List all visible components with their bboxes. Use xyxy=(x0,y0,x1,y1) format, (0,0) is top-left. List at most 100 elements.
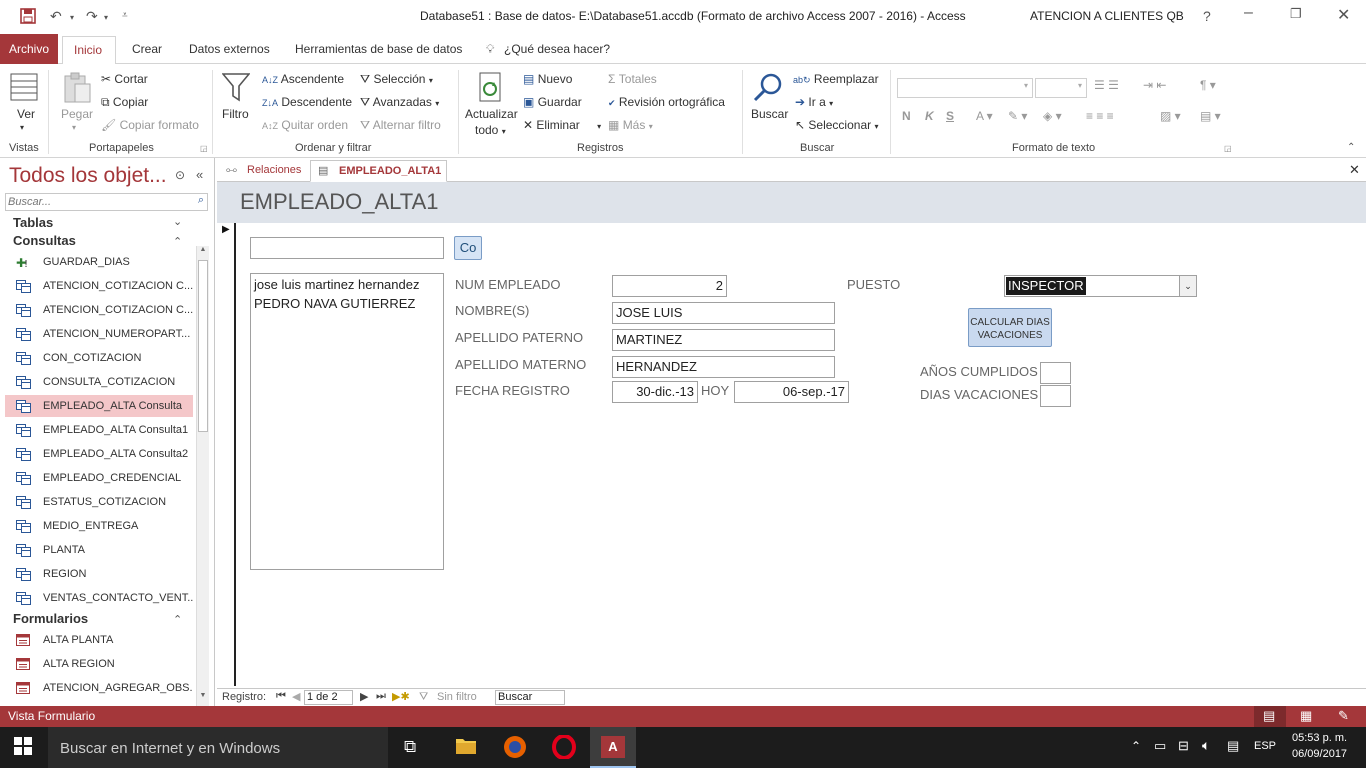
access-taskbar-button[interactable]: A xyxy=(590,727,636,768)
nav-category-formularios[interactable]: Formularios xyxy=(13,611,88,626)
nav-title[interactable]: Todos los objet... xyxy=(9,164,167,188)
task-view-icon[interactable]: ⧉ xyxy=(404,737,416,757)
view-dropdown-icon[interactable]: ▾ xyxy=(20,123,24,132)
search-icon[interactable]: ⌕ xyxy=(198,194,204,207)
spelling-button[interactable]: ✔ Revisión ortográfica xyxy=(608,95,725,109)
nav-query-item[interactable]: CONSULTA_COTIZACION xyxy=(5,371,193,393)
close-icon[interactable]: ✕ xyxy=(1337,5,1350,25)
collapse-ribbon-icon[interactable]: ⌃ xyxy=(1347,142,1355,153)
tab-datos-externos[interactable]: Datos externos xyxy=(189,42,270,56)
tab-archivo[interactable]: Archivo xyxy=(0,34,58,64)
save-icon[interactable] xyxy=(20,8,36,27)
last-record-icon[interactable]: ⏭ xyxy=(376,690,386,703)
nav-query-item[interactable]: ✚! GUARDAR_DIAS xyxy=(5,251,193,273)
filter-button[interactable]: Filtro xyxy=(222,107,249,121)
replace-button[interactable]: ab↻ Reemplazar xyxy=(793,72,879,86)
nav-query-item[interactable]: MEDIO_ENTREGA xyxy=(5,515,193,537)
nav-form-item[interactable]: ALTA REGION xyxy=(5,653,193,675)
nav-form-item[interactable]: ALTA PLANTA xyxy=(5,629,193,651)
record-position-input[interactable]: 1 de 2 xyxy=(304,690,353,705)
collapse-nav-icon[interactable]: « xyxy=(196,167,203,182)
language-indicator[interactable]: ESP xyxy=(1254,740,1276,752)
help-icon[interactable]: ? xyxy=(1203,8,1211,24)
windows-start-icon[interactable] xyxy=(14,737,32,758)
puesto-combobox[interactable]: INSPECTOR ⌄ xyxy=(1004,275,1197,297)
dias-vacaciones-field[interactable] xyxy=(1040,385,1071,407)
nav-query-item[interactable]: CON_COTIZACION xyxy=(5,347,193,369)
opera-icon[interactable] xyxy=(552,734,576,762)
fecha-registro-field[interactable]: 30-dic.-13 xyxy=(612,381,698,403)
firefox-icon[interactable] xyxy=(503,735,527,762)
nav-scrollbar[interactable]: ▲ ▼ xyxy=(196,246,209,706)
nav-query-item[interactable]: ESTATUS_COTIZACION xyxy=(5,491,193,513)
nav-search-input[interactable] xyxy=(6,194,184,210)
nombre-field[interactable]: JOSE LUIS xyxy=(612,302,835,324)
datasheet-view-icon[interactable]: ▦ xyxy=(1300,708,1312,724)
nav-query-item[interactable]: REGION xyxy=(5,563,193,585)
nav-query-item[interactable]: EMPLEADO_CREDENCIAL xyxy=(5,467,193,489)
nav-query-item[interactable]: PLANTA xyxy=(5,539,193,561)
tell-me-input[interactable]: ¿Qué desea hacer? xyxy=(504,42,610,56)
file-explorer-icon[interactable] xyxy=(455,735,477,758)
refresh-all-label[interactable]: todo ▾ xyxy=(475,123,506,137)
scroll-thumb[interactable] xyxy=(198,260,208,432)
nav-query-item[interactable]: ATENCION_NUMEROPART... xyxy=(5,323,193,345)
num-empleado-field[interactable]: 2 xyxy=(612,275,727,297)
anios-cumplidos-field[interactable] xyxy=(1040,362,1071,384)
delete-record-button[interactable]: ✕ Eliminar ▾ xyxy=(523,118,601,132)
battery-icon[interactable]: ▭ xyxy=(1154,738,1166,754)
clock-time[interactable]: 05:53 p. m. xyxy=(1292,732,1347,744)
sort-asc-button[interactable]: A↓Z Ascendente xyxy=(262,72,344,86)
employee-list[interactable]: jose luis martinez hernandez PEDRO NAVA … xyxy=(250,273,444,570)
filter-icon[interactable] xyxy=(221,72,251,105)
goto-button[interactable]: ➔ Ir a ▾ xyxy=(795,95,833,109)
nav-query-item[interactable]: ATENCION_COTIZACION C... xyxy=(5,275,193,297)
co-button[interactable]: Co xyxy=(454,236,482,260)
nav-query-item[interactable]: EMPLEADO_ALTA Consulta2 xyxy=(5,443,193,465)
notifications-icon[interactable]: ▤ xyxy=(1227,738,1239,754)
new-record-button[interactable]: ▤ Nuevo xyxy=(523,72,572,86)
dialog-launcher-icon[interactable]: ◲ xyxy=(200,144,208,153)
nav-menu-icon[interactable]: ⊙ xyxy=(175,168,185,182)
apellido-materno-field[interactable]: HERNANDEZ xyxy=(612,356,835,378)
minimize-icon[interactable]: – xyxy=(1244,4,1253,22)
nav-query-item[interactable]: EMPLEADO_ALTA Consulta1 xyxy=(5,419,193,441)
restore-icon[interactable]: ❐ xyxy=(1290,6,1302,22)
tab-relaciones[interactable]: ⧟ Relaciones xyxy=(219,160,307,182)
undo-dropdown-icon[interactable]: ▾ xyxy=(70,13,74,22)
cut-button[interactable]: ✂ Cortar xyxy=(101,72,148,86)
undo-icon[interactable]: ↶ xyxy=(50,8,62,25)
search-magnifier-icon[interactable] xyxy=(752,72,784,107)
filter-status[interactable]: Sin filtro xyxy=(437,691,477,703)
show-hidden-icons[interactable]: ⌃ xyxy=(1131,739,1141,753)
view-button[interactable]: Ver xyxy=(17,107,35,121)
expand-icon[interactable]: ⌄ xyxy=(173,215,182,228)
tab-empleado-alta1[interactable]: ▤ EMPLEADO_ALTA1 xyxy=(310,160,447,182)
list-item[interactable]: PEDRO NAVA GUTIERREZ xyxy=(254,296,415,311)
nav-query-item[interactable]: VENTAS_CONTACTO_VENT... xyxy=(5,587,193,609)
close-document-icon[interactable]: ✕ xyxy=(1349,162,1360,178)
collapse-icon[interactable]: ⌃ xyxy=(173,235,182,248)
redo-icon[interactable]: ↷ xyxy=(86,8,98,25)
tab-crear[interactable]: Crear xyxy=(132,42,162,56)
volume-icon[interactable]: 🔈︎ xyxy=(1202,737,1210,754)
form-view-button[interactable]: ▤ xyxy=(1254,706,1286,727)
taskbar-search-text[interactable]: Buscar en Internet y en Windows xyxy=(60,740,280,757)
selection-button[interactable]: ⛛ Selección ▾ xyxy=(360,72,433,87)
dialog-launcher-icon[interactable]: ◲ xyxy=(1224,144,1232,153)
apellido-paterno-field[interactable]: MARTINEZ xyxy=(612,329,835,351)
nav-query-item[interactable]: EMPLEADO_ALTA Consulta xyxy=(5,395,193,417)
sort-desc-button[interactable]: Z↓A Descendente xyxy=(262,95,352,109)
select-button[interactable]: ↖ Seleccionar ▾ xyxy=(795,118,878,132)
hoy-field[interactable]: 06-sep.-17 xyxy=(734,381,849,403)
puesto-selected-value[interactable]: INSPECTOR xyxy=(1006,277,1086,295)
first-record-icon[interactable]: ⏮ xyxy=(276,690,286,703)
list-item[interactable]: jose luis martinez hernandez xyxy=(254,277,419,292)
record-selector[interactable]: ▶ xyxy=(217,223,236,686)
nav-query-item[interactable]: ATENCION_COTIZACION C... xyxy=(5,299,193,321)
next-record-icon[interactable]: ▶ xyxy=(360,690,368,703)
search-name-input[interactable] xyxy=(250,237,444,259)
view-icon[interactable] xyxy=(10,72,38,105)
nav-category-tablas[interactable]: Tablas xyxy=(13,215,53,230)
nav-category-consultas[interactable]: Consultas xyxy=(13,233,76,248)
